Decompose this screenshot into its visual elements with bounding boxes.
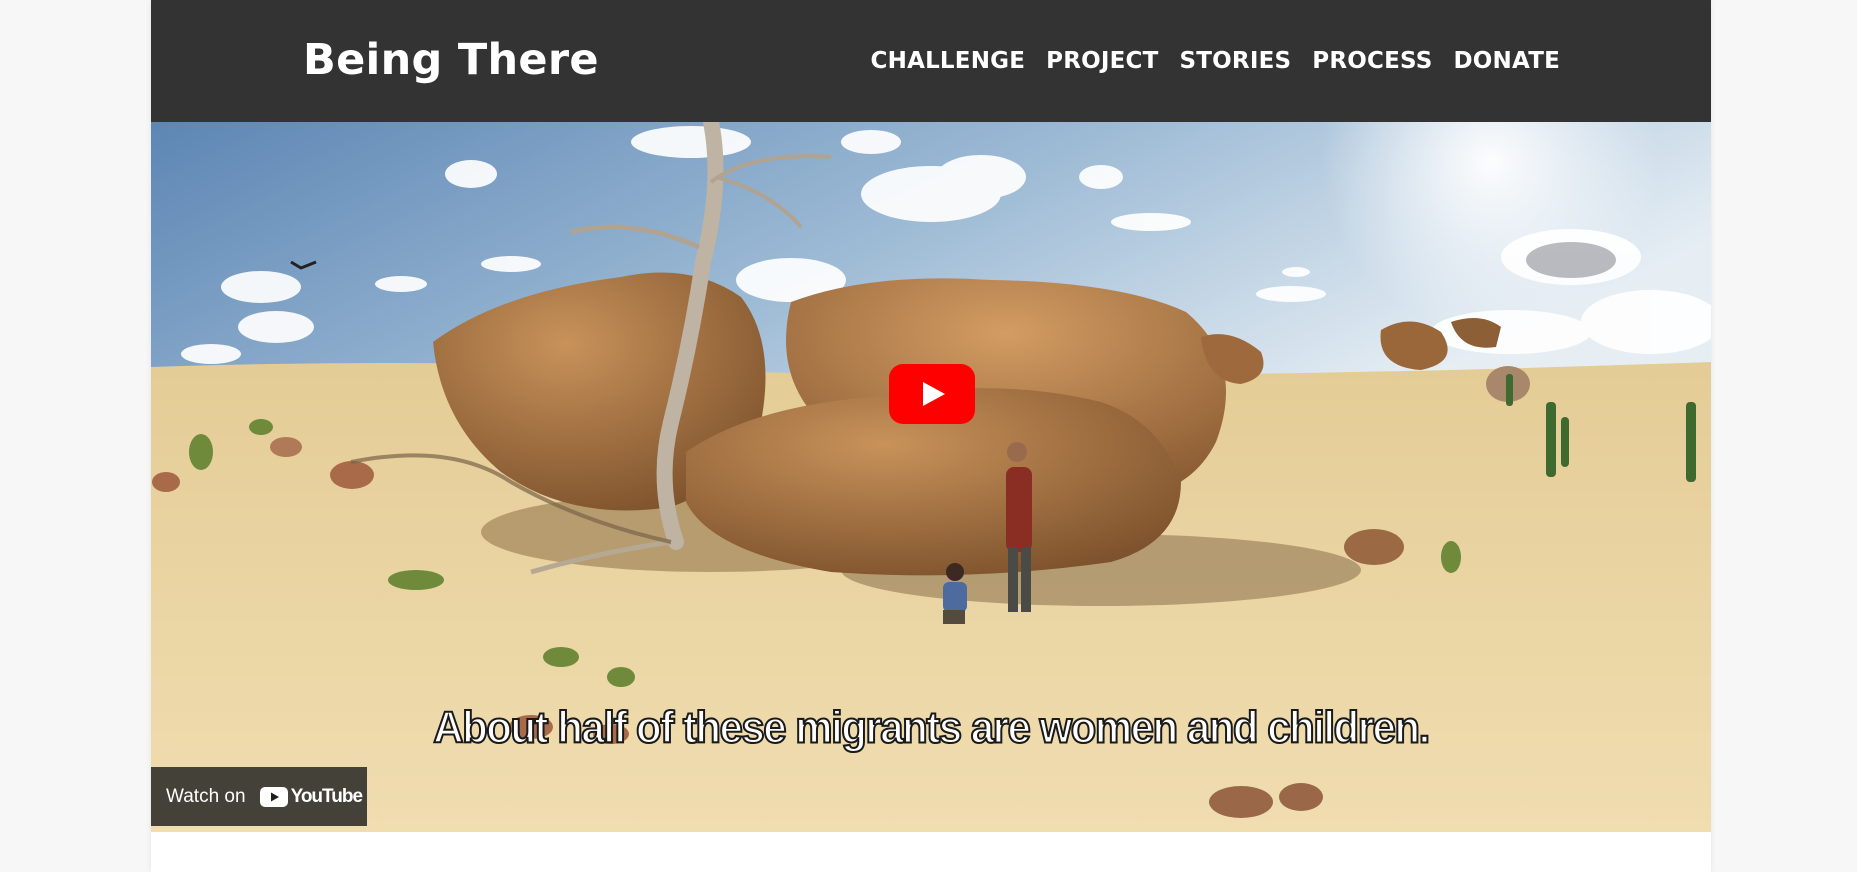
nav-item-challenge[interactable]: CHALLENGE bbox=[871, 44, 1026, 78]
nav-item-project[interactable]: PROJECT bbox=[1046, 44, 1158, 78]
nav-item-donate[interactable]: DONATE bbox=[1453, 44, 1560, 78]
page-container: Being There CHALLENGE PROJECT STORIES PR… bbox=[151, 0, 1711, 872]
youtube-icon bbox=[259, 786, 288, 807]
youtube-play-icon[interactable] bbox=[889, 364, 975, 424]
main-nav: CHALLENGE PROJECT STORIES PROCESS DONATE bbox=[871, 44, 1560, 78]
youtube-logo: YouTube bbox=[259, 785, 363, 808]
video-subtitle: About half of these migrants are women a… bbox=[432, 702, 1431, 753]
youtube-wordmark: YouTube bbox=[290, 785, 363, 807]
site-header: Being There CHALLENGE PROJECT STORIES PR… bbox=[151, 0, 1711, 122]
nav-item-stories[interactable]: STORIES bbox=[1180, 44, 1292, 78]
video-embed[interactable]: About half of these migrants are women a… bbox=[151, 122, 1711, 832]
watch-on-label: Watch on bbox=[166, 785, 246, 807]
nav-item-process[interactable]: PROCESS bbox=[1312, 44, 1432, 78]
site-logo[interactable]: Being There bbox=[303, 32, 599, 88]
watch-on-youtube-button[interactable]: Watch on YouTube bbox=[151, 767, 367, 826]
